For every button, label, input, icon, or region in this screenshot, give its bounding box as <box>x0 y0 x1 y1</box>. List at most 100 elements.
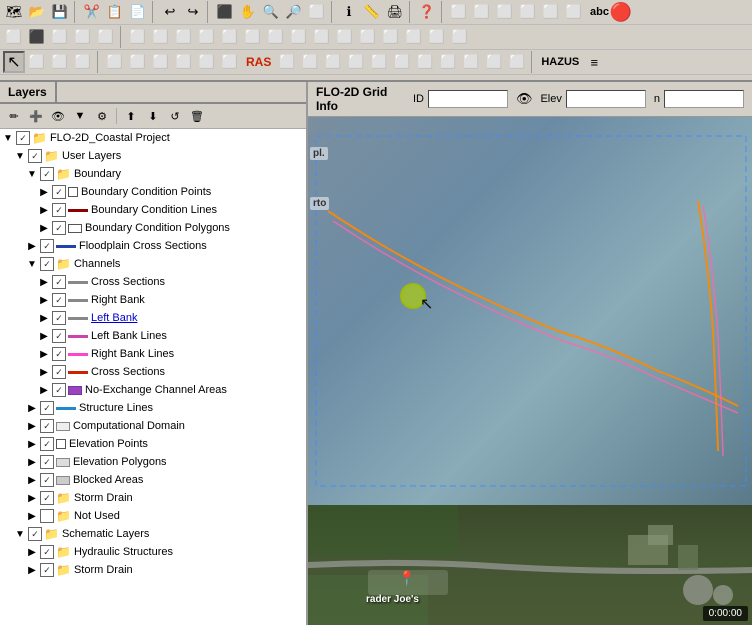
copy-btn[interactable]: 📋 <box>104 1 126 23</box>
move-down-btn[interactable]: ⬇ <box>143 106 163 126</box>
elev-polygons-item[interactable]: ▶ Elevation Polygons <box>24 453 306 471</box>
blocked-areas-expand[interactable]: ▶ <box>26 474 38 486</box>
not-used-check[interactable] <box>40 509 54 523</box>
eye-layer-btn[interactable]: 👁 <box>48 106 68 126</box>
storm-drain2-expand[interactable]: ▶ <box>26 564 38 576</box>
zoom-out-btn[interactable]: 🔎 <box>283 1 305 23</box>
schematic-layers-item[interactable]: ▼ 📁 Schematic Layers <box>12 525 306 543</box>
bc-points-expand[interactable]: ▶ <box>38 186 50 198</box>
structure-lines-check[interactable] <box>40 401 54 415</box>
extra1-btn[interactable]: ⬜ <box>448 1 470 23</box>
r3-btn2[interactable]: ⬜ <box>26 51 48 73</box>
channels-item[interactable]: ▼ 📁 Channels <box>24 255 306 273</box>
r3-btn4[interactable]: ⬜ <box>72 51 94 73</box>
left-bank-item[interactable]: ▶ Left Bank <box>36 309 306 327</box>
pan-btn[interactable]: ✋ <box>237 1 259 23</box>
save-btn[interactable]: 💾 <box>49 1 71 23</box>
extra4-btn[interactable]: ⬜ <box>517 1 539 23</box>
new-btn[interactable]: 🗺 <box>3 1 25 23</box>
channels-check[interactable] <box>40 257 54 271</box>
remove-btn[interactable]: 🗑 <box>187 106 207 126</box>
channels-expand[interactable]: ▼ <box>26 258 38 270</box>
storm-drain-item[interactable]: ▶ 📁 Storm Drain <box>24 489 306 507</box>
r3-btn9[interactable]: ⬜ <box>196 51 218 73</box>
add-layer-btn[interactable]: ➕ <box>26 106 46 126</box>
blocked-areas-check[interactable] <box>40 473 54 487</box>
boundary-expand[interactable]: ▼ <box>26 168 38 180</box>
r2-btn8[interactable]: ⬜ <box>173 26 195 48</box>
storm-drain2-item[interactable]: ▶ 📁 Storm Drain <box>24 561 306 579</box>
right-bank-check[interactable] <box>52 293 66 307</box>
r2-btn15[interactable]: ⬜ <box>334 26 356 48</box>
right-bank-lines-item[interactable]: ▶ Right Bank Lines <box>36 345 306 363</box>
r2-btn20[interactable]: ⬜ <box>449 26 471 48</box>
left-bank-lines-expand[interactable]: ▶ <box>38 330 50 342</box>
r2-btn11[interactable]: ⬜ <box>242 26 264 48</box>
structure-lines-expand[interactable]: ▶ <box>26 402 38 414</box>
extra2-btn[interactable]: ⬜ <box>471 1 493 23</box>
not-used-expand[interactable]: ▶ <box>26 510 38 522</box>
undo-btn[interactable]: ↩ <box>159 1 181 23</box>
r2-btn18[interactable]: ⬜ <box>403 26 425 48</box>
n-input[interactable] <box>664 90 744 108</box>
bc-polygons-item[interactable]: ▶ Boundary Condition Polygons <box>36 219 306 237</box>
r3-last-btn[interactable]: ≡ <box>583 51 605 73</box>
r2-btn10[interactable]: ⬜ <box>219 26 241 48</box>
elev-polygons-check[interactable] <box>40 455 54 469</box>
r3-btn15[interactable]: ⬜ <box>368 51 390 73</box>
schematic-layers-check[interactable] <box>28 527 42 541</box>
r2-btn14[interactable]: ⬜ <box>311 26 333 48</box>
bc-polygons-expand[interactable]: ▶ <box>38 222 50 234</box>
r3-btn6[interactable]: ⬜ <box>127 51 149 73</box>
bc-lines-check[interactable] <box>52 203 66 217</box>
boundary-item[interactable]: ▼ 📁 Boundary <box>24 165 306 183</box>
elev-input[interactable] <box>566 90 646 108</box>
user-layers-item[interactable]: ▼ 📁 User Layers <box>12 147 306 165</box>
elev-polygons-expand[interactable]: ▶ <box>26 456 38 468</box>
zoom-full-btn[interactable]: ⬜ <box>306 1 328 23</box>
r2-btn6[interactable]: ⬜ <box>127 26 149 48</box>
r2-btn12[interactable]: ⬜ <box>265 26 287 48</box>
left-bank-check[interactable] <box>52 311 66 325</box>
r2-btn16[interactable]: ⬜ <box>357 26 379 48</box>
right-bank-expand[interactable]: ▶ <box>38 294 50 306</box>
r3-btn7[interactable]: ⬜ <box>150 51 172 73</box>
cross-sections-expand[interactable]: ▶ <box>38 276 50 288</box>
refresh-btn[interactable]: ↺ <box>165 106 185 126</box>
extra6-btn[interactable]: ⬜ <box>563 1 585 23</box>
r3-btn3[interactable]: ⬜ <box>49 51 71 73</box>
cross-sections2-expand[interactable]: ▶ <box>38 366 50 378</box>
left-bank-lines-item[interactable]: ▶ Left Bank Lines <box>36 327 306 345</box>
bc-lines-item[interactable]: ▶ Boundary Condition Lines <box>36 201 306 219</box>
id-input[interactable] <box>428 90 508 108</box>
storm-drain-check[interactable] <box>40 491 54 505</box>
elev-points-item[interactable]: ▶ Elevation Points <box>24 435 306 453</box>
root-expand[interactable]: ▼ <box>2 132 14 144</box>
r3-btn11[interactable]: ⬜ <box>276 51 298 73</box>
select-btn[interactable]: ⬛ <box>214 1 236 23</box>
open-btn[interactable]: 📂 <box>26 1 48 23</box>
map-top[interactable]: ↖ pl. rto <box>308 117 752 505</box>
r3-btn20[interactable]: ⬜ <box>483 51 505 73</box>
user-layers-expand[interactable]: ▼ <box>14 150 26 162</box>
move-up-btn[interactable]: ⬆ <box>121 106 141 126</box>
r2-btn3[interactable]: ⬜ <box>49 26 71 48</box>
r3-btn17[interactable]: ⬜ <box>414 51 436 73</box>
extra5-btn[interactable]: ⬜ <box>540 1 562 23</box>
measure-btn[interactable]: 📏 <box>361 1 383 23</box>
edit-layer-btn[interactable]: ✏ <box>4 106 24 126</box>
r3-btn12[interactable]: ⬜ <box>299 51 321 73</box>
left-bank-lines-check[interactable] <box>52 329 66 343</box>
zoom-in-btn[interactable]: 🔍 <box>260 1 282 23</box>
boundary-check[interactable] <box>40 167 54 181</box>
floodplain-xs-check[interactable] <box>40 239 54 253</box>
r3-btn8[interactable]: ⬜ <box>173 51 195 73</box>
bc-points-check[interactable] <box>52 185 66 199</box>
bc-points-item[interactable]: ▶ Boundary Condition Points <box>36 183 306 201</box>
bc-lines-expand[interactable]: ▶ <box>38 204 50 216</box>
cross-sections-item[interactable]: ▶ Cross Sections <box>36 273 306 291</box>
not-used-item[interactable]: ▶ 📁 Not Used <box>24 507 306 525</box>
right-bank-lines-check[interactable] <box>52 347 66 361</box>
schematic-layers-expand[interactable]: ▼ <box>14 528 26 540</box>
extra3-btn[interactable]: ⬜ <box>494 1 516 23</box>
